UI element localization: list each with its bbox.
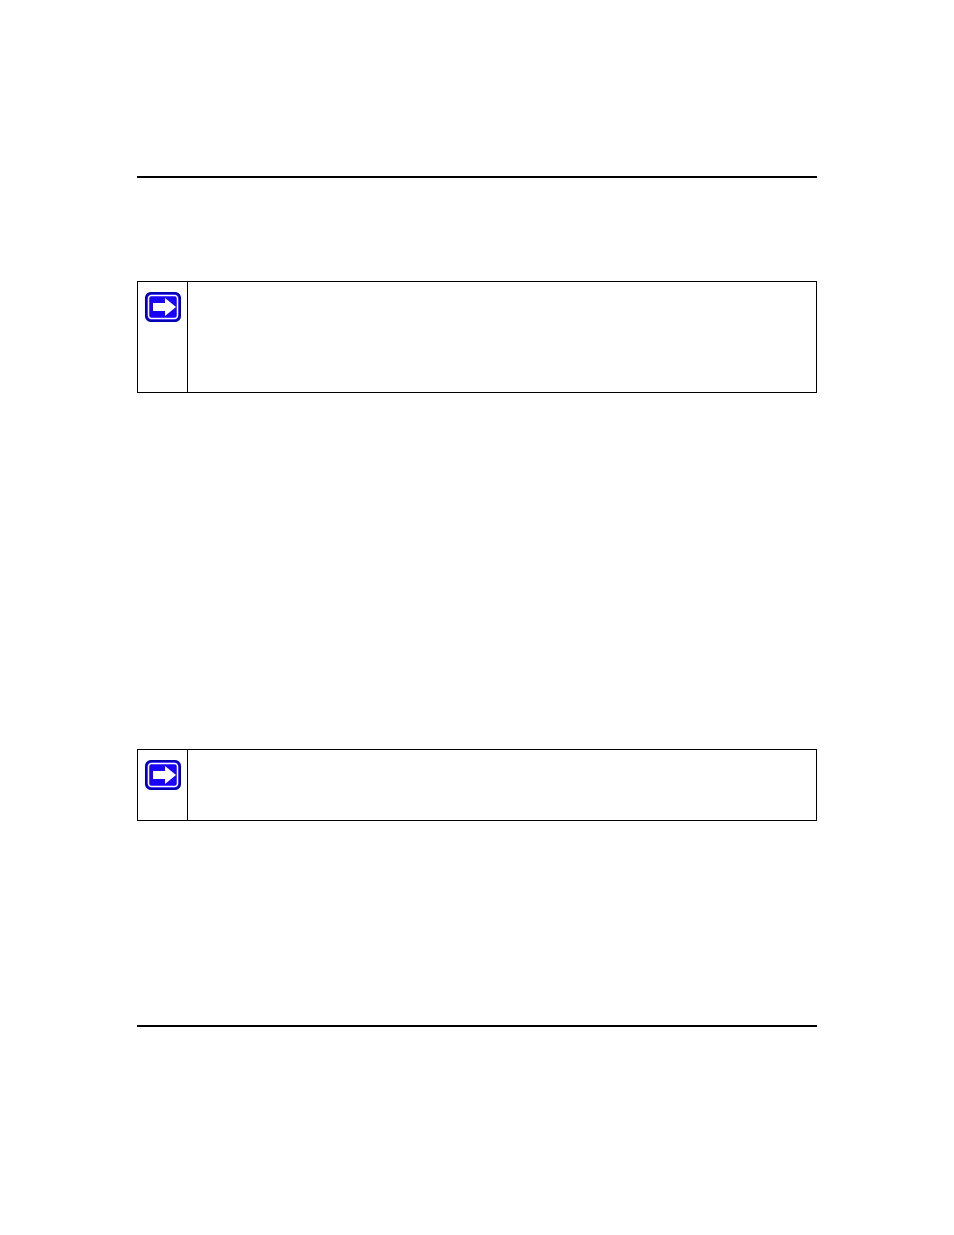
note-box-2 (137, 749, 817, 821)
note-text-cell-2 (188, 750, 816, 820)
note-text-cell-1 (188, 282, 816, 392)
note-icon-cell-1 (138, 282, 188, 392)
note-arrow-icon (145, 292, 181, 327)
note-icon-cell-2 (138, 750, 188, 820)
bottom-divider (137, 1025, 817, 1027)
note-arrow-icon (145, 760, 181, 795)
top-divider (137, 176, 817, 178)
note-box-1 (137, 281, 817, 393)
